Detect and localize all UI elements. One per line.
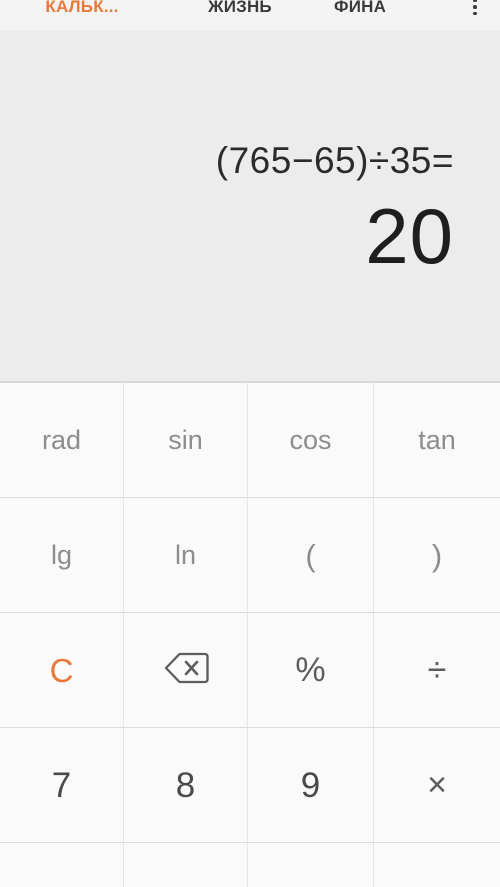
result-text: 20 [365, 192, 454, 280]
key-label: C [49, 651, 74, 689]
tab-finance[interactable]: Фина [320, 0, 460, 30]
tab-bar: Кальк... Жизнь Фина [0, 0, 500, 30]
key-6[interactable]: 6 [248, 843, 374, 887]
key-label: lg [50, 539, 72, 570]
key-clear[interactable]: C [0, 613, 124, 728]
key-percent[interactable]: % [248, 613, 374, 728]
dot [473, 5, 477, 9]
backspace-icon [163, 651, 209, 690]
dot [473, 0, 477, 3]
calculator-app: Кальк... Жизнь Фина (765−65)÷35= 20 rad s… [0, 0, 500, 887]
key-7[interactable]: 7 [0, 728, 124, 843]
key-label: % [295, 651, 326, 689]
key-label: 5 [176, 883, 195, 887]
tab-calculator[interactable]: Кальк... [0, 0, 160, 30]
key-multiply[interactable]: × [374, 728, 500, 843]
key-label: 4 [52, 883, 71, 887]
key-label: cos [289, 424, 332, 455]
key-label: 9 [300, 765, 321, 805]
key-label: 8 [175, 765, 196, 805]
key-label: tan [418, 424, 456, 455]
expression-text: (765−65)÷35= [215, 140, 454, 181]
key-label: ln [174, 539, 196, 570]
key-label: × [427, 766, 447, 804]
key-9[interactable]: 9 [248, 728, 374, 843]
key-lg[interactable]: lg [0, 498, 124, 613]
key-label: 7 [51, 765, 72, 805]
keypad: rad sin cos tan lg ln () C% ÷ 7 8 9 × 4 5 6 [0, 383, 500, 887]
calculator-display[interactable]: (765−65)÷35= 20 [0, 30, 500, 383]
key-open-paren[interactable]: ( [248, 498, 374, 613]
key-cos[interactable]: cos [248, 383, 374, 498]
key-8[interactable]: 8 [124, 728, 248, 843]
key-label: 6 [301, 883, 320, 887]
key-5[interactable]: 5 [124, 843, 248, 887]
key-4[interactable]: 4 [0, 843, 124, 887]
key-backspace[interactable] [124, 613, 248, 728]
key-tan[interactable]: tan [374, 383, 500, 498]
key-minus[interactable] [374, 843, 500, 887]
key-label: ( [305, 537, 316, 573]
key-divide[interactable]: ÷ [374, 613, 500, 728]
overflow-menu-icon[interactable] [458, 0, 492, 30]
key-label: ) [431, 537, 443, 573]
key-label: sin [168, 424, 203, 455]
key-sin[interactable]: sin [124, 383, 248, 498]
key-close-paren[interactable]: ) [374, 498, 500, 613]
key-rad[interactable]: rad [0, 383, 124, 498]
key-label: rad [41, 424, 82, 455]
dot [473, 11, 477, 16]
tab-life[interactable]: Жизнь [160, 0, 320, 30]
key-label: ÷ [427, 651, 447, 689]
key-ln[interactable]: ln [124, 498, 248, 613]
